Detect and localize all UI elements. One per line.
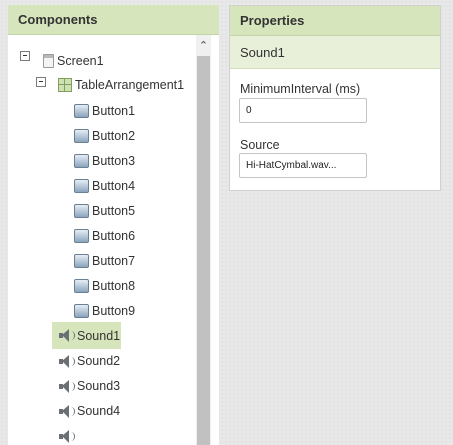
sound-icon bbox=[58, 404, 75, 418]
screen-icon bbox=[43, 54, 54, 68]
tree-node-label: Screen1 bbox=[57, 54, 104, 68]
tree-node-tablearrangement1[interactable]: TableArrangement1 bbox=[58, 74, 184, 96]
sound-icon bbox=[58, 379, 75, 393]
tree-node-label: TableArrangement1 bbox=[75, 78, 185, 92]
components-panel: Components Screen1 TableArrangement1 But… bbox=[8, 5, 219, 445]
sound-icon bbox=[58, 429, 75, 443]
tree-node-label: Sound4 bbox=[77, 404, 121, 418]
table-arrangement-icon bbox=[58, 78, 72, 92]
chevron-up-icon[interactable]: ⌃ bbox=[196, 39, 211, 53]
tree-node-label: Button8 bbox=[92, 279, 136, 293]
source-picker[interactable]: Hi-HatCymbal.wav... bbox=[239, 153, 367, 178]
tree-node-sound2[interactable]: Sound2 bbox=[58, 350, 120, 372]
tree-node-label: Button7 bbox=[92, 254, 136, 268]
tree-node-button8[interactable]: Button8 bbox=[74, 275, 135, 297]
source-label: Source bbox=[240, 138, 280, 152]
minimum-interval-label: MinimumInterval (ms) bbox=[240, 82, 361, 96]
tree-node-screen1[interactable]: Screen1 bbox=[43, 50, 104, 72]
tree-node-label: Button3 bbox=[92, 154, 136, 168]
tree-node-label: Button4 bbox=[92, 179, 136, 193]
scrollbar-thumb[interactable] bbox=[197, 56, 210, 445]
tree-node-button3[interactable]: Button3 bbox=[74, 150, 135, 172]
button-icon bbox=[74, 129, 89, 143]
button-icon bbox=[74, 154, 89, 168]
tree-node-label: Button5 bbox=[92, 204, 136, 218]
tree-node-button6[interactable]: Button6 bbox=[74, 225, 135, 247]
tree-node-button7[interactable]: Button7 bbox=[74, 250, 135, 272]
sound-icon bbox=[58, 354, 75, 368]
tree-node-button2[interactable]: Button2 bbox=[74, 125, 135, 147]
selected-component-name: Sound1 bbox=[230, 36, 440, 69]
tree-node-button4[interactable]: Button4 bbox=[74, 175, 135, 197]
tree-node-label: Sound2 bbox=[77, 354, 121, 368]
components-tree: Screen1 TableArrangement1 Button1 Button… bbox=[8, 35, 219, 445]
collapse-screen1-icon[interactable] bbox=[20, 51, 30, 61]
tree-node-label: Sound1 bbox=[77, 328, 121, 343]
tree-node-label: Button6 bbox=[92, 229, 136, 243]
tree-node-label: Button9 bbox=[92, 304, 136, 318]
tree-node-button9[interactable]: Button9 bbox=[74, 300, 135, 322]
tree-node-label: Sound3 bbox=[77, 379, 121, 393]
collapse-tablearrangement1-icon[interactable] bbox=[36, 77, 46, 87]
button-icon bbox=[74, 104, 89, 118]
minimum-interval-input[interactable]: 0 bbox=[239, 98, 367, 123]
tree-node-sound4[interactable]: Sound4 bbox=[58, 400, 120, 422]
button-icon bbox=[74, 304, 89, 318]
properties-header: Properties bbox=[230, 6, 440, 36]
tree-node-label: Button1 bbox=[92, 104, 136, 118]
sound-icon bbox=[58, 329, 75, 342]
button-icon bbox=[74, 179, 89, 193]
tree-node-button5[interactable]: Button5 bbox=[74, 200, 135, 222]
button-icon bbox=[74, 204, 89, 218]
tree-node-partial[interactable] bbox=[58, 425, 75, 445]
button-icon bbox=[74, 254, 89, 268]
tree-node-sound3[interactable]: Sound3 bbox=[58, 375, 120, 397]
button-icon bbox=[74, 279, 89, 293]
components-header: Components bbox=[8, 5, 219, 35]
properties-panel: Properties Sound1 MinimumInterval (ms) 0… bbox=[229, 5, 441, 191]
tree-node-sound1[interactable]: Sound1 bbox=[52, 322, 121, 349]
tree-scrollbar[interactable]: ⌃ bbox=[196, 35, 211, 445]
tree-node-label: Button2 bbox=[92, 129, 136, 143]
tree-node-button1[interactable]: Button1 bbox=[74, 100, 135, 122]
button-icon bbox=[74, 229, 89, 243]
